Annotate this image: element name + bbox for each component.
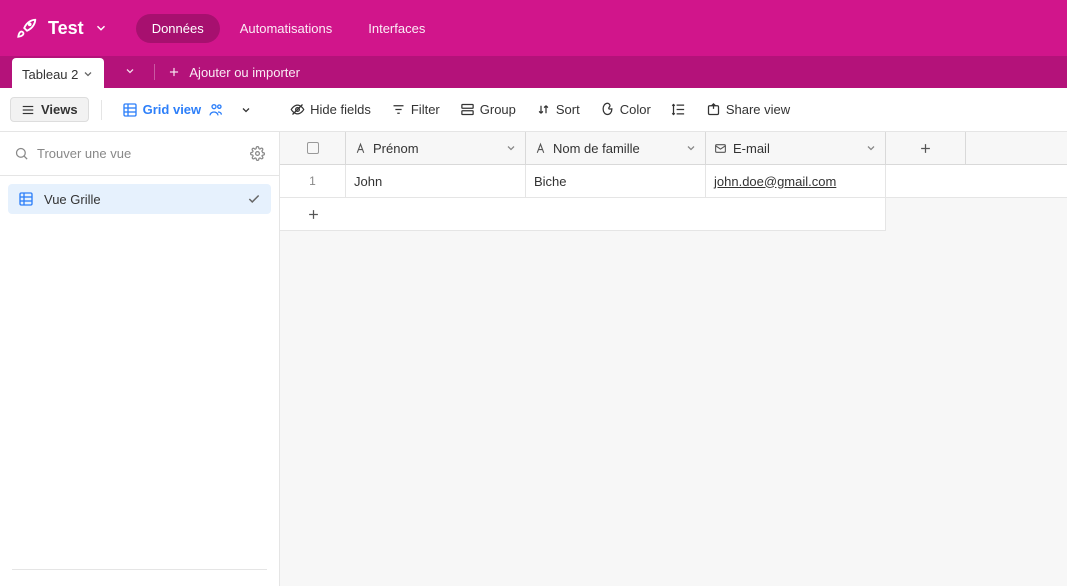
- color-label: Color: [620, 102, 651, 117]
- chevron-down-icon: [240, 104, 252, 116]
- filter-icon: [391, 102, 406, 117]
- gear-icon[interactable]: [250, 146, 265, 161]
- group-label: Group: [480, 102, 516, 117]
- view-item-grid[interactable]: Vue Grille: [8, 184, 271, 214]
- add-column-button[interactable]: [886, 132, 966, 164]
- color-icon: [600, 102, 615, 117]
- view-item-label: Vue Grille: [44, 192, 101, 207]
- table-tab[interactable]: Tableau 2: [12, 58, 104, 90]
- column-header-prenom[interactable]: Prénom: [346, 132, 526, 164]
- plus-icon: [306, 207, 321, 222]
- tables-bar: Tableau 2 Ajouter ou importer: [0, 56, 1067, 88]
- checkbox-icon: [307, 142, 319, 154]
- filter-label: Filter: [411, 102, 440, 117]
- plus-icon: [918, 141, 933, 156]
- views-label: Views: [41, 102, 78, 117]
- column-header-email[interactable]: E-mail: [706, 132, 886, 164]
- rocket-icon: [16, 17, 38, 39]
- plus-icon: [167, 65, 181, 79]
- menu-icon: [21, 103, 35, 117]
- chevron-down-icon: [82, 68, 94, 80]
- app-header: Test Données Automatisations Interfaces: [0, 0, 1067, 56]
- color-button[interactable]: Color: [592, 98, 659, 121]
- check-icon: [247, 192, 261, 206]
- row-height-button[interactable]: [663, 98, 694, 121]
- row-number: 1: [280, 165, 346, 197]
- sort-label: Sort: [556, 102, 580, 117]
- row-height-icon: [671, 102, 686, 117]
- cell-nom[interactable]: Biche: [526, 165, 706, 197]
- share-view-button[interactable]: Share view: [698, 98, 798, 121]
- column-header-nom[interactable]: Nom de famille: [526, 132, 706, 164]
- add-import-label: Ajouter ou importer: [189, 65, 300, 80]
- grid-icon: [122, 102, 138, 118]
- filter-button[interactable]: Filter: [383, 98, 448, 121]
- grid-area: Prénom Nom de famille E-mail 1 John Bich…: [280, 132, 1067, 586]
- grid-header-row: Prénom Nom de famille E-mail: [280, 132, 1067, 165]
- content-area: Vue Grille Prénom Nom de famille E-: [0, 132, 1067, 586]
- column-label: E-mail: [733, 141, 770, 156]
- views-sidebar: Vue Grille: [0, 132, 280, 586]
- view-search-row: [0, 132, 279, 176]
- share-view-label: Share view: [726, 102, 790, 117]
- add-row-button[interactable]: [280, 198, 346, 230]
- people-icon: [208, 102, 224, 118]
- chevron-down-icon[interactable]: [505, 142, 517, 154]
- add-row: [280, 198, 886, 231]
- view-search-input[interactable]: [37, 146, 242, 161]
- group-button[interactable]: Group: [452, 98, 524, 121]
- group-icon: [460, 102, 475, 117]
- grid-view-label: Grid view: [143, 102, 202, 117]
- column-label: Prénom: [373, 141, 419, 156]
- divider: [101, 100, 102, 120]
- chevron-down-icon[interactable]: [865, 142, 877, 154]
- add-or-import-button[interactable]: Ajouter ou importer: [167, 65, 300, 80]
- tables-more-button[interactable]: [118, 61, 142, 84]
- search-icon: [14, 146, 29, 161]
- chevron-down-icon[interactable]: [685, 142, 697, 154]
- chevron-down-icon[interactable]: [94, 21, 108, 35]
- column-label: Nom de famille: [553, 141, 640, 156]
- grid-view-dropdown[interactable]: [236, 100, 256, 120]
- grid-view-button[interactable]: Grid view: [114, 98, 233, 122]
- sort-icon: [536, 102, 551, 117]
- sort-button[interactable]: Sort: [528, 98, 588, 121]
- text-field-icon: [354, 142, 367, 155]
- divider: [154, 64, 155, 80]
- select-all-cell[interactable]: [280, 132, 346, 164]
- base-name[interactable]: Test: [48, 18, 84, 39]
- cell-email[interactable]: john.doe@gmail.com: [706, 165, 886, 197]
- email-field-icon: [714, 142, 727, 155]
- hide-fields-button[interactable]: Hide fields: [282, 98, 379, 121]
- cell-prenom[interactable]: John: [346, 165, 526, 197]
- table-row[interactable]: 1 John Biche john.doe@gmail.com: [280, 165, 1067, 198]
- nav-tab-automations[interactable]: Automatisations: [224, 14, 349, 43]
- sidebar-footer-divider: [12, 569, 267, 570]
- nav-tab-interfaces[interactable]: Interfaces: [352, 14, 441, 43]
- text-field-icon: [534, 142, 547, 155]
- grid-icon: [18, 191, 34, 207]
- table-tab-label: Tableau 2: [22, 67, 78, 82]
- view-toolbar: Views Grid view Hide fields Filter Group…: [0, 88, 1067, 132]
- nav-tab-data[interactable]: Données: [136, 14, 220, 43]
- view-list: Vue Grille: [0, 176, 279, 222]
- eye-off-icon: [290, 102, 305, 117]
- hide-fields-label: Hide fields: [310, 102, 371, 117]
- views-button[interactable]: Views: [10, 97, 89, 122]
- chevron-down-icon: [124, 65, 136, 77]
- workspace-nav: Données Automatisations Interfaces: [136, 14, 442, 43]
- share-icon: [706, 102, 721, 117]
